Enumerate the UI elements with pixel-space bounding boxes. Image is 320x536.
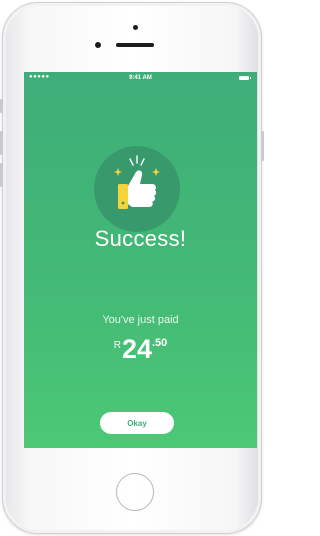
sensor-dot — [95, 42, 101, 48]
volume-down-button — [0, 163, 3, 187]
sparkle-lines-icon — [129, 155, 145, 166]
app-screen: ●●●●● 9:41 AM Success! You've just paid … — [24, 72, 257, 448]
front-camera — [133, 25, 138, 30]
home-button[interactable] — [116, 473, 154, 511]
silent-switch — [0, 99, 3, 113]
paid-amount: R24.50 — [24, 334, 257, 365]
earpiece-speaker — [116, 43, 154, 47]
thumb-shape — [128, 170, 157, 207]
amount-main: 24 — [121, 334, 152, 364]
thumb-cuff — [118, 184, 128, 209]
success-title: Success! — [94, 226, 187, 251]
battery-icon — [239, 76, 251, 80]
payment-subtitle: You've just paid — [102, 314, 179, 326]
currency-symbol: R — [113, 340, 121, 351]
thumbs-up-icon — [114, 155, 160, 209]
okay-button[interactable]: Okay — [100, 412, 174, 434]
power-button — [261, 131, 264, 161]
status-bar: ●●●●● 9:41 AM — [24, 72, 257, 86]
status-time: 9:41 AM — [129, 75, 152, 81]
volume-up-button — [0, 131, 3, 155]
amount-cents: .50 — [151, 337, 168, 349]
